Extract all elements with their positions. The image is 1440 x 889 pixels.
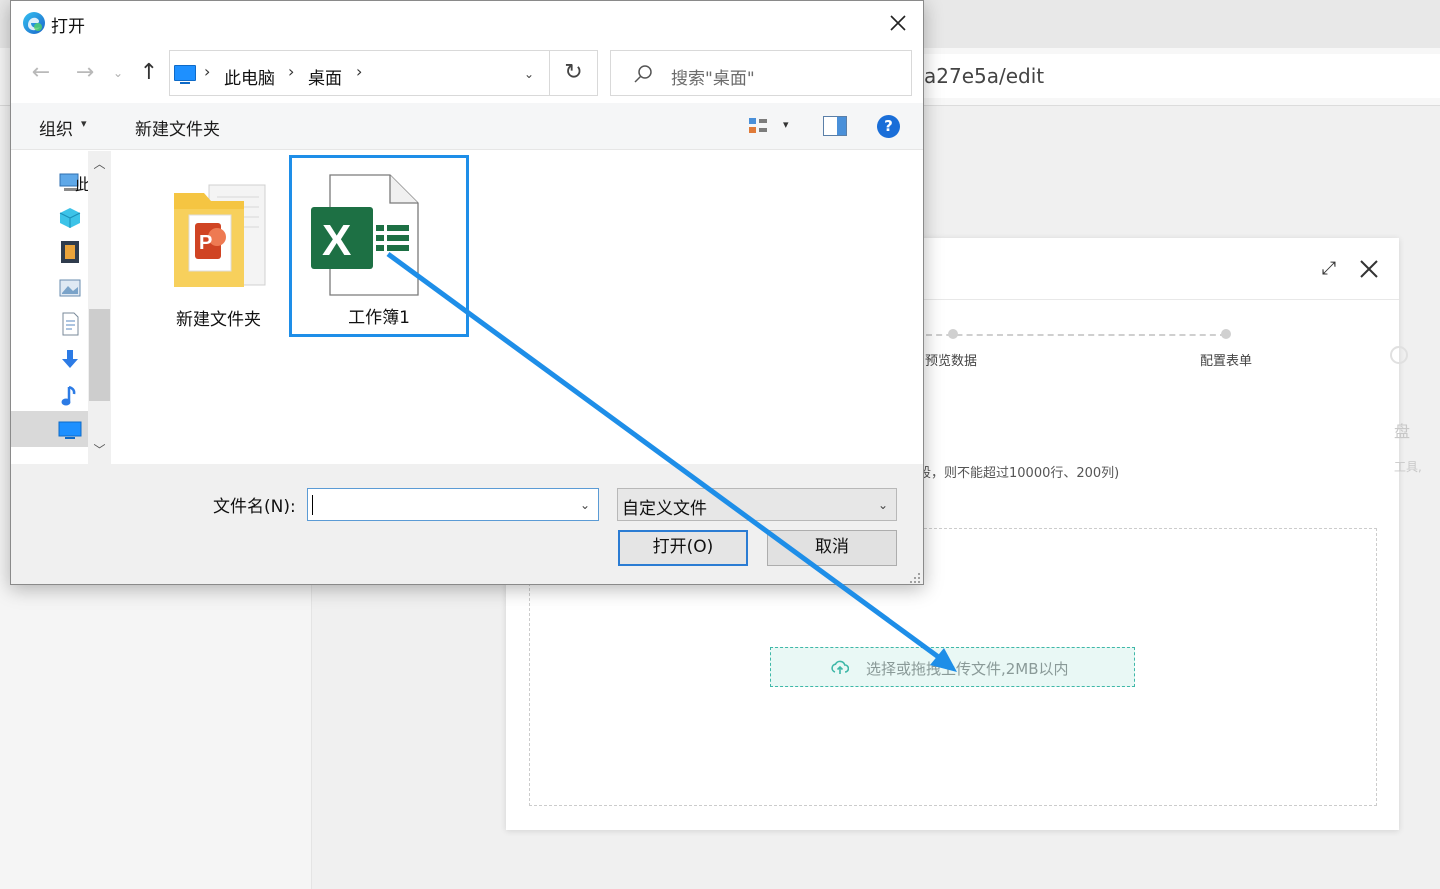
upload-label: 选择或拖拽上传文件,2MB以内 [866, 660, 1069, 678]
file-open-dialog: 打开 ← → ⌄ ↑ › 此电脑 › 桌面 › ⌄ ↻ 搜索"桌面" 组织 ▾ … [10, 0, 924, 585]
dialog-footer: 文件名(N): ⌄ 自定义文件 ⌄ 打开(O) 取消 [11, 464, 923, 584]
file-item-excel-selected[interactable]: X 工作簿1 [289, 155, 469, 337]
3d-objects-icon[interactable] [57, 205, 83, 231]
close-icon[interactable] [887, 12, 909, 34]
step-dot [948, 329, 958, 339]
navigation-pane: 此 ︿ ﹀ [11, 151, 111, 464]
file-item-folder[interactable]: P 新建文件夹 [161, 165, 276, 335]
chevron-up-icon[interactable]: ︿ [88, 155, 111, 173]
up-arrow-icon[interactable]: ↑ [135, 59, 163, 87]
file-name: 新建文件夹 [176, 310, 261, 330]
file-list: P 新建文件夹 X 工作簿1 [116, 151, 923, 464]
cancel-button[interactable]: 取消 [767, 530, 897, 566]
chevron-right-icon[interactable]: › [204, 62, 210, 81]
command-bar: 组织 ▾ 新建文件夹 ▾ ? [11, 103, 923, 150]
excel-file-icon: X [311, 174, 419, 296]
refresh-icon[interactable]: ↻ [549, 50, 598, 96]
limit-hint: 段，则不能超过10000行、200列) [918, 466, 1120, 481]
nav-item-desktop-selected[interactable] [11, 411, 99, 447]
caret-down-icon[interactable]: ▾ [81, 117, 87, 130]
step-label-preview: 预览数据 [925, 354, 978, 369]
step-ring [1390, 346, 1408, 364]
search-placeholder: 搜索"桌面" [671, 69, 755, 89]
edge-icon [23, 12, 45, 34]
chevron-right-icon[interactable]: › [356, 62, 362, 81]
documents-icon[interactable] [57, 311, 83, 337]
svg-text:X: X [322, 216, 351, 265]
filename-input[interactable]: ⌄ [307, 488, 599, 521]
cloud-upload-icon [831, 660, 849, 674]
chevron-down-icon[interactable]: ﹀ [88, 441, 111, 459]
step-dot [1221, 329, 1231, 339]
breadcrumb[interactable]: › 此电脑 › 桌面 › ⌄ [169, 50, 598, 96]
search-field[interactable]: 搜索"桌面" [610, 50, 912, 96]
filename-label: 文件名(N): [213, 497, 296, 517]
computer-icon [174, 65, 196, 84]
open-button[interactable]: 打开(O) [618, 530, 748, 566]
desktop-icon[interactable] [57, 417, 83, 443]
resize-grip-icon[interactable] [909, 572, 921, 584]
folder-icon: P [174, 184, 266, 287]
chevron-down-icon[interactable]: ⌄ [518, 63, 540, 85]
dialog-titlebar: 打开 [11, 1, 923, 45]
caret-down-icon[interactable]: ▾ [783, 118, 789, 131]
file-name: 工作簿1 [348, 308, 410, 328]
breadcrumb-desktop[interactable]: 桌面 [308, 64, 342, 89]
text-caret [312, 495, 313, 515]
vertical-scrollbar[interactable]: ︿ ﹀ [88, 151, 111, 464]
chevron-down-icon[interactable]: ⌄ [110, 59, 126, 87]
close-icon[interactable] [1356, 256, 1382, 282]
breadcrumb-this-pc[interactable]: 此电脑 [224, 64, 275, 89]
search-icon [634, 65, 652, 83]
expand-icon[interactable]: ⤢ [1318, 258, 1340, 280]
organize-menu[interactable]: 组织 [39, 115, 73, 140]
pictures-icon[interactable] [57, 275, 83, 301]
videos-icon[interactable] [57, 239, 83, 265]
chevron-down-icon[interactable]: ⌄ [576, 495, 594, 515]
music-icon[interactable] [57, 383, 83, 409]
forward-arrow-icon[interactable]: → [71, 59, 99, 87]
filetype-value: 自定义文件 [622, 499, 707, 519]
navigation-row: ← → ⌄ ↑ › 此电脑 › 桌面 › ⌄ ↻ 搜索"桌面" [11, 45, 923, 103]
dialog-title: 打开 [51, 17, 85, 37]
steps-connector [926, 334, 1226, 336]
chevron-right-icon[interactable]: › [288, 62, 294, 81]
filetype-select[interactable]: 自定义文件 ⌄ [617, 488, 897, 521]
faded-label-2: 工具, [1394, 460, 1422, 474]
chevron-down-icon[interactable]: ⌄ [874, 495, 892, 515]
svg-text:P: P [199, 232, 212, 254]
preview-pane-icon[interactable] [823, 116, 847, 136]
scrollbar-thumb[interactable] [89, 309, 110, 401]
upload-button[interactable]: 选择或拖拽上传文件,2MB以内 [770, 647, 1135, 687]
step-label-config: 配置表单 [1200, 354, 1253, 369]
downloads-icon[interactable] [57, 347, 83, 373]
address-bar[interactable]: a27e5a/edit [900, 54, 1440, 98]
faded-label: 盘 [1394, 422, 1411, 441]
new-folder-button[interactable]: 新建文件夹 [135, 115, 220, 140]
help-icon[interactable]: ? [877, 115, 900, 138]
change-view-icon[interactable] [748, 117, 768, 135]
back-arrow-icon[interactable]: ← [27, 59, 55, 87]
url-text: a27e5a/edit [924, 64, 1045, 88]
